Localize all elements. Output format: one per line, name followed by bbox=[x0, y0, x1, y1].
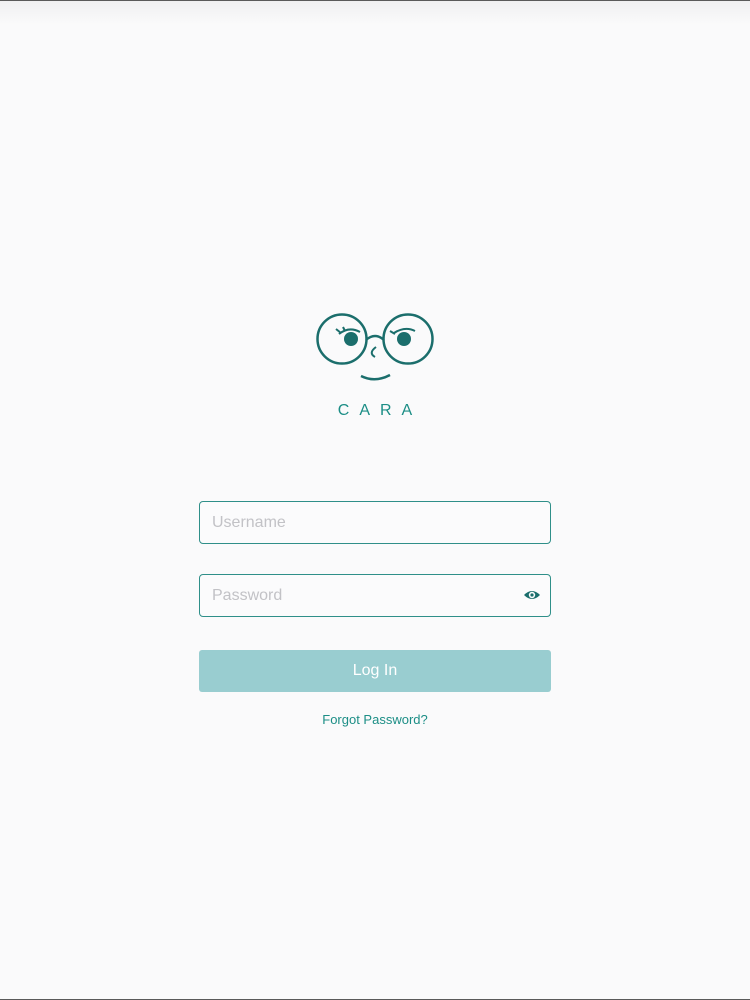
forgot-password-link[interactable]: Forgot Password? bbox=[0, 711, 750, 729]
glasses-face-icon bbox=[316, 313, 434, 381]
login-screen: CARA Log In Forgot Password? bbox=[0, 0, 750, 1000]
eye-icon[interactable] bbox=[523, 588, 541, 602]
log-in-button[interactable]: Log In bbox=[199, 650, 551, 692]
password-input[interactable] bbox=[200, 575, 550, 616]
username-field[interactable] bbox=[199, 501, 551, 544]
brand-name: CARA bbox=[337, 402, 423, 419]
password-field[interactable] bbox=[199, 574, 551, 617]
username-input[interactable] bbox=[200, 502, 550, 543]
